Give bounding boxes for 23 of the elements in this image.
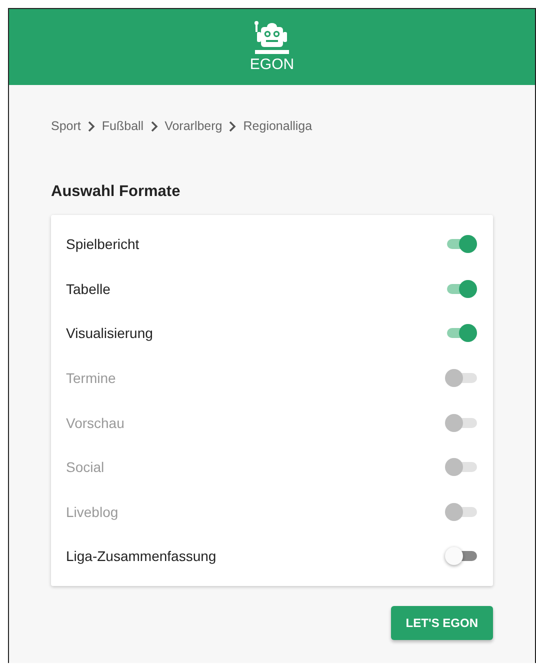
breadcrumb-link[interactable]: Regionalliga	[243, 119, 312, 133]
format-label: Liga-Zusammenfassung	[66, 548, 216, 564]
format-label: Social	[66, 459, 104, 476]
format-label: Spielbericht	[66, 236, 140, 252]
toggle-switch[interactable]	[445, 546, 477, 566]
format-label: Tabelle	[66, 280, 110, 297]
chevron-icon	[88, 120, 95, 132]
chevron-icon	[229, 120, 236, 132]
section-title: Auswahl Formate	[51, 183, 182, 201]
format-label: Liveblog	[66, 504, 118, 520]
breadcrumb-link[interactable]: Fußball	[102, 119, 144, 133]
toggle-switch[interactable]	[445, 234, 477, 254]
robot-icon	[252, 21, 292, 55]
chevron-icon	[150, 120, 158, 132]
toggle-switch[interactable]	[445, 323, 477, 344]
format-label: Vorschau	[66, 414, 124, 431]
format-label: Visualisierung	[66, 325, 153, 342]
logo-text: EGON	[250, 57, 294, 73]
breadcrumb-link[interactable]: Vorarlberg	[164, 119, 222, 133]
format-label: Termine	[66, 370, 116, 386]
breadcrumb-link[interactable]: Sport	[51, 119, 81, 133]
toggle-switch[interactable]	[445, 278, 477, 299]
lets-egon-button[interactable]: LET'S EGON	[390, 606, 493, 640]
